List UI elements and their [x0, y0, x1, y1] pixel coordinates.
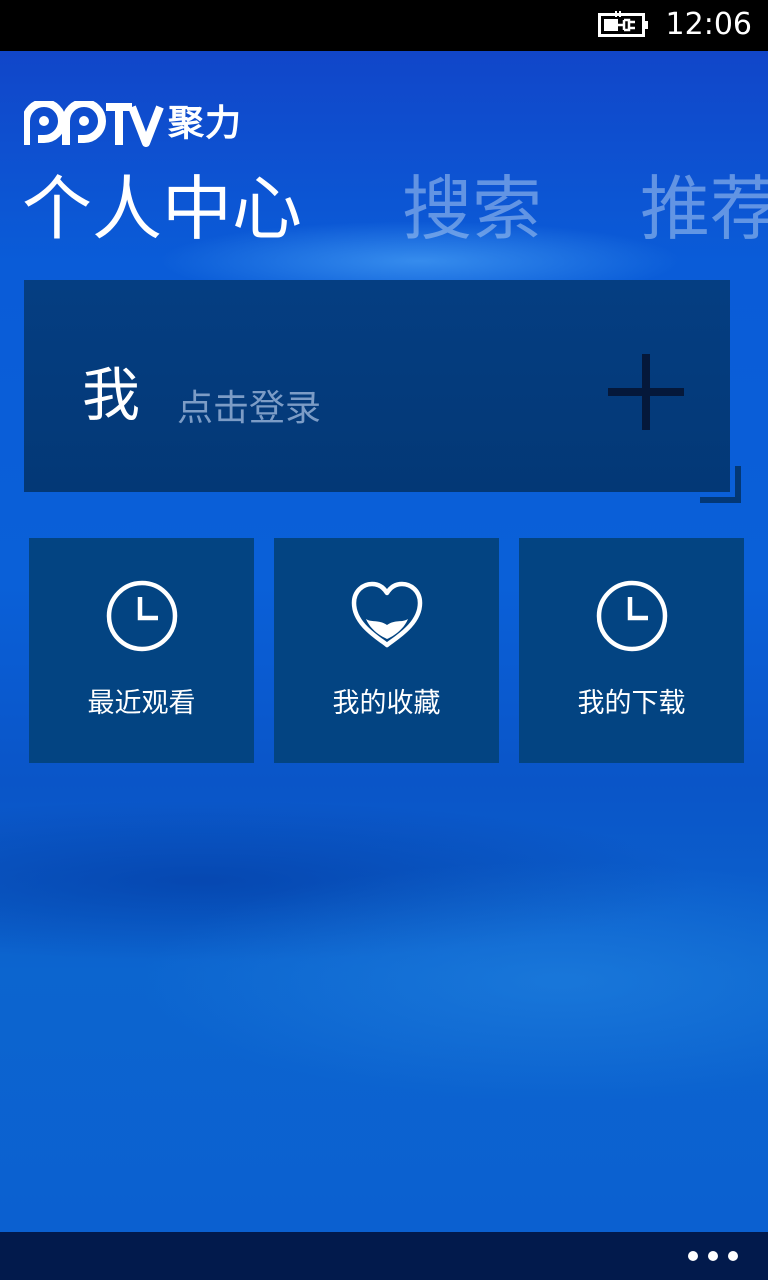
login-tile[interactable]: 我 点击登录 [24, 280, 730, 492]
status-bar: 12:06 [0, 0, 768, 51]
pivot-tab-recommend[interactable]: 推荐 [640, 164, 768, 254]
tile-corner-icon [700, 466, 741, 503]
my-favorites-label: 我的收藏 [332, 688, 441, 719]
clock-icon [106, 580, 178, 652]
app-bar [0, 1232, 768, 1280]
dot [708, 1251, 718, 1261]
main-screen: 聚力 个人中心 搜索 推荐 我 点击登录 最近观看 我的收藏 我的下载 [0, 51, 768, 1232]
dot [728, 1251, 738, 1261]
clock-icon [596, 580, 668, 652]
recent-watch-tile[interactable]: 最近观看 [29, 538, 254, 763]
my-favorites-tile[interactable]: 我的收藏 [274, 538, 499, 763]
login-title: 我 [82, 361, 141, 429]
status-time: 12:06 [665, 7, 752, 42]
my-downloads-tile[interactable]: 我的下载 [519, 538, 744, 763]
my-downloads-label: 我的下载 [577, 688, 686, 719]
dot [688, 1251, 698, 1261]
logo-text: 聚力 [168, 103, 243, 144]
pptv-logo-icon [24, 101, 164, 147]
battery-charging-icon [598, 11, 648, 37]
recent-watch-label: 最近观看 [87, 688, 196, 719]
pivot-tab-search[interactable]: 搜索 [402, 164, 542, 254]
pivot-tab-personal-center[interactable]: 个人中心 [22, 164, 302, 254]
heart-icon [351, 581, 423, 648]
login-hint: 点击登录 [177, 388, 322, 429]
ellipsis-icon[interactable] [688, 1232, 738, 1280]
plus-icon [608, 354, 684, 430]
app-logo: 聚力 [24, 99, 242, 149]
